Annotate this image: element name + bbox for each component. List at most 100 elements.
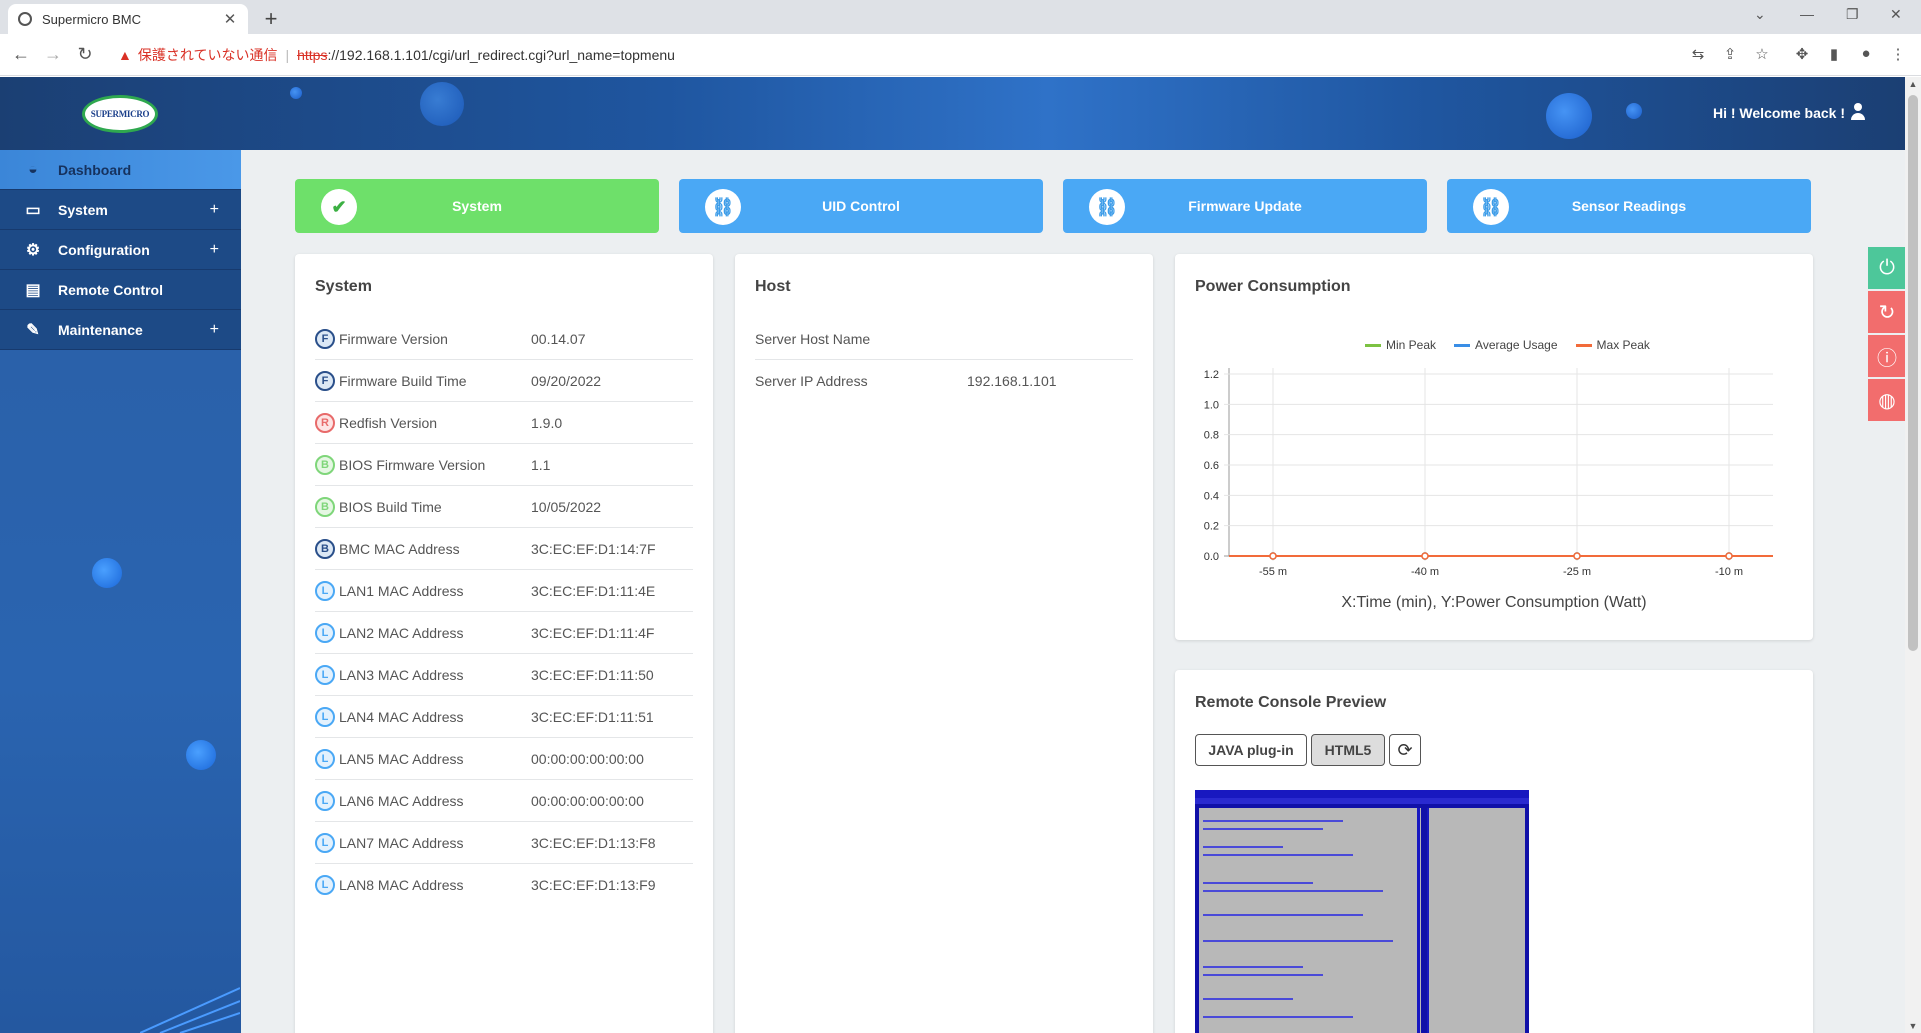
row-value: 3C:EC:EF:D1:11:4E (531, 582, 656, 599)
row-value: 10/05/2022 (531, 498, 602, 515)
preview-text-line (1203, 820, 1343, 822)
sidebar-item-system[interactable]: ▭ System + (0, 190, 241, 230)
menu-kebab-icon[interactable]: ⋮ (1888, 45, 1908, 63)
x-tick-label: -10 m (1715, 566, 1743, 578)
tab-title: Supermicro BMC (42, 11, 141, 27)
row-label: LAN3 MAC Address (339, 666, 464, 683)
app-header: SUPERMICRO Hi ! Welcome back ! (0, 77, 1905, 150)
warning-icon: ▲ (118, 47, 132, 63)
system-info-row: L LAN1 MAC Address 3C:EC:EF:D1:11:4E (315, 570, 693, 612)
system-info-row: L LAN8 MAC Address 3C:EC:EF:D1:13:F9 (315, 864, 693, 906)
power-control-icon[interactable]: ⏻ (1868, 247, 1906, 289)
language-globe-icon[interactable]: ◍ (1868, 379, 1906, 421)
preview-text-line (1203, 974, 1323, 976)
preview-text-line (1203, 940, 1393, 942)
sidebar-item-remote-control[interactable]: ▤ Remote Control (0, 270, 241, 310)
row-label: Redfish Version (339, 414, 438, 431)
system-info-row: L LAN4 MAC Address 3C:EC:EF:D1:11:51 (315, 696, 693, 738)
html5-button[interactable]: HTML5 (1311, 734, 1385, 766)
row-label: LAN1 MAC Address (339, 582, 464, 599)
row-badge-icon: L (315, 832, 335, 853)
globe-icon (18, 12, 32, 26)
back-icon[interactable]: ← (10, 44, 32, 65)
y-tick-label: 0.2 (1204, 521, 1219, 533)
java-plugin-button[interactable]: JAVA plug-in (1195, 734, 1307, 766)
scroll-up-icon[interactable]: ▲ (1905, 79, 1921, 89)
preview-help-pane (1427, 808, 1525, 1033)
row-badge-icon: F (315, 328, 335, 349)
tab-close-icon[interactable]: ✕ (222, 10, 238, 28)
system-button-label: System (452, 198, 502, 214)
tab-search-icon[interactable]: ⌄ (1754, 6, 1766, 23)
preview-text-line (1203, 846, 1283, 848)
row-badge-icon: B (315, 538, 335, 559)
preview-text-line (1203, 1016, 1353, 1018)
console-preview-image[interactable] (1195, 790, 1529, 1033)
system-info-row: F Firmware Build Time 09/20/2022 (315, 360, 693, 402)
sidebar-item-label: Remote Control (58, 281, 163, 298)
link-icon: ⛓ (1473, 189, 1509, 225)
row-value: 1.9.0 (531, 414, 563, 431)
sidebar-item-maintenance[interactable]: ✎ Maintenance + (0, 310, 241, 350)
row-label: LAN7 MAC Address (339, 834, 464, 851)
preview-text-line (1203, 966, 1303, 968)
system-info-row: L LAN5 MAC Address 00:00:00:00:00:00 (315, 738, 693, 780)
decor-lines (140, 987, 240, 1033)
forward-icon[interactable]: → (42, 44, 64, 65)
uid-control-button[interactable]: ⛓ UID Control (679, 179, 1043, 233)
omnibox-separator: | (285, 47, 290, 63)
scroll-down-icon[interactable]: ▼ (1905, 1021, 1921, 1031)
page-scrollbar[interactable]: ▲ ▼ (1905, 77, 1921, 1033)
sidebar-item-dashboard[interactable]: ◒ Dashboard (0, 150, 241, 190)
row-label: LAN5 MAC Address (339, 750, 464, 767)
row-value: 3C:EC:EF:D1:11:51 (531, 708, 654, 725)
translate-icon[interactable]: ⇆ (1688, 45, 1708, 63)
preview-text-line (1203, 914, 1363, 916)
y-tick-label: 1.2 (1204, 369, 1219, 381)
row-badge-icon: L (315, 580, 335, 601)
y-tick-label: 0.0 (1204, 551, 1219, 563)
scrollbar-thumb[interactable] (1908, 95, 1918, 651)
system-check-icon: ✔ (321, 189, 357, 225)
reset-icon[interactable]: ↻ (1868, 291, 1906, 333)
firmware-update-button[interactable]: ⛓ Firmware Update (1063, 179, 1427, 233)
decor-bubble (420, 82, 464, 126)
minimize-icon[interactable]: — (1800, 6, 1814, 22)
side-panel-icon[interactable]: ▮ (1824, 45, 1844, 63)
new-tab-button[interactable]: + (258, 6, 284, 32)
chart-xlabel: X:Time (min), Y:Power Consumption (Watt) (1341, 594, 1647, 611)
sidebar-item-configuration[interactable]: ⚙ Configuration + (0, 230, 241, 270)
row-label: LAN8 MAC Address (339, 877, 464, 893)
row-value: 3C:EC:EF:D1:11:50 (531, 666, 654, 683)
bookmark-star-icon[interactable]: ☆ (1752, 45, 1772, 63)
data-point (1421, 552, 1429, 560)
profile-icon[interactable]: ● (1856, 45, 1876, 62)
row-value: 09/20/2022 (531, 372, 602, 389)
expand-icon[interactable]: + (210, 241, 219, 259)
link-icon: ⛓ (705, 189, 741, 225)
data-point (1269, 552, 1277, 560)
host-name-label: Server Host Name (755, 330, 871, 347)
reload-icon[interactable]: ↻ (74, 44, 96, 65)
supermicro-logo[interactable]: SUPERMICRO (82, 95, 158, 133)
system-info-row: L LAN3 MAC Address 3C:EC:EF:D1:11:50 (315, 654, 693, 696)
system-button[interactable]: ✔ System (295, 179, 659, 233)
row-label: Firmware Build Time (339, 372, 467, 389)
extensions-icon[interactable]: ✥ (1792, 45, 1812, 63)
share-icon[interactable]: ⇪ (1720, 45, 1740, 63)
user-icon[interactable] (1851, 103, 1865, 121)
expand-icon[interactable]: + (210, 201, 219, 219)
system-info-row: L LAN6 MAC Address 00:00:00:00:00:00 (315, 780, 693, 822)
sensor-readings-button[interactable]: ⛓ Sensor Readings (1447, 179, 1811, 233)
preview-text-line (1203, 998, 1293, 1000)
address-bar[interactable]: ▲ 保護されていない通信 | https ://192.168.1.101/cg… (108, 39, 1678, 71)
expand-icon[interactable]: + (210, 321, 219, 339)
browser-tab[interactable]: Supermicro BMC ✕ (8, 4, 248, 34)
info-icon[interactable]: ⓘ (1868, 335, 1906, 377)
remote-console-card: Remote Console Preview JAVA plug-in HTML… (1175, 670, 1813, 1033)
window-close-icon[interactable]: ✕ (1890, 6, 1902, 23)
row-value: 3C:EC:EF:D1:11:4F (531, 624, 655, 641)
restore-icon[interactable]: ❐ (1846, 6, 1859, 23)
refresh-icon[interactable]: ⟳ (1389, 734, 1421, 766)
security-warning[interactable]: 保護されていない通信 (138, 45, 278, 65)
